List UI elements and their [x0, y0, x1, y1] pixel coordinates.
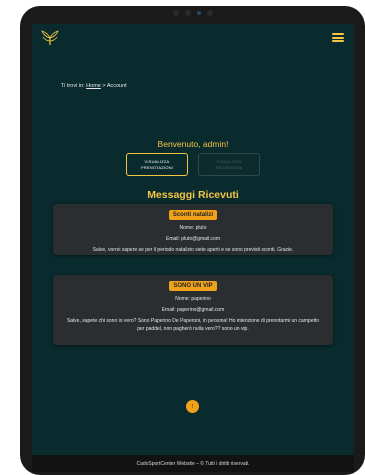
camera-bar [172, 10, 213, 16]
breadcrumb-current: Account [106, 83, 127, 89]
message-name: Nome: paperino [175, 296, 211, 302]
breadcrumb: Ti trovi in: Home > Account [61, 83, 127, 89]
message-subject: SONO UN VIP [169, 281, 217, 291]
footer: CadoSportCenter Website – © Tutti i diri… [32, 455, 354, 472]
footer-text: CadoSportCenter Website – © Tutti i diri… [136, 460, 250, 467]
message-email: Email: paperino@gmail.com [161, 307, 225, 313]
menu-bar [332, 36, 344, 39]
breadcrumb-separator: > [102, 83, 106, 89]
sensor-dot [206, 10, 213, 16]
message-email: Email: pluto@gmail.com [166, 236, 220, 242]
message-card: SONO UN VIP Nome: paperino Email: paperi… [53, 275, 333, 345]
sensor-dot [184, 10, 191, 16]
scroll-top-button[interactable]: ↑ [186, 400, 199, 413]
arrow-up-icon: ↑ [190, 403, 195, 410]
camera-icon [196, 11, 201, 15]
view-reviews-button[interactable]: VISUALIZZA RECENSIONI [198, 153, 260, 176]
message-text: Salve, sapete chi sono io vero? Sono Pap… [66, 318, 320, 332]
hamburger-menu-icon[interactable] [332, 33, 344, 42]
message-text: Salve, vorrei sapere se per il periodo n… [92, 247, 294, 253]
message-name: Nome: pluto [179, 225, 207, 231]
breadcrumb-home-link[interactable]: Home [86, 83, 101, 89]
action-buttons: VISUALIZZA PRENOTAZIONI VISUALIZZA RECEN… [32, 153, 354, 176]
laurel-logo-icon[interactable] [40, 30, 60, 46]
breadcrumb-prefix: Ti trovi in: [61, 83, 85, 89]
sensor-dot [172, 10, 179, 16]
message-subject: Sconti natalizi [168, 210, 218, 220]
message-card: Sconti natalizi Nome: pluto Email: pluto… [53, 204, 333, 255]
screen: Ti trovi in: Home > Account Benvenuto, a… [32, 24, 354, 472]
view-bookings-button[interactable]: VISUALIZZA PRENOTAZIONI [126, 153, 188, 176]
welcome-text: Benvenuto, admin! [157, 139, 229, 149]
menu-bar [332, 33, 344, 35]
tablet-frame: Ti trovi in: Home > Account Benvenuto, a… [20, 6, 365, 475]
top-bar [32, 24, 354, 48]
menu-bar [332, 40, 344, 42]
section-title: Messaggi Ricevuti [147, 189, 239, 201]
